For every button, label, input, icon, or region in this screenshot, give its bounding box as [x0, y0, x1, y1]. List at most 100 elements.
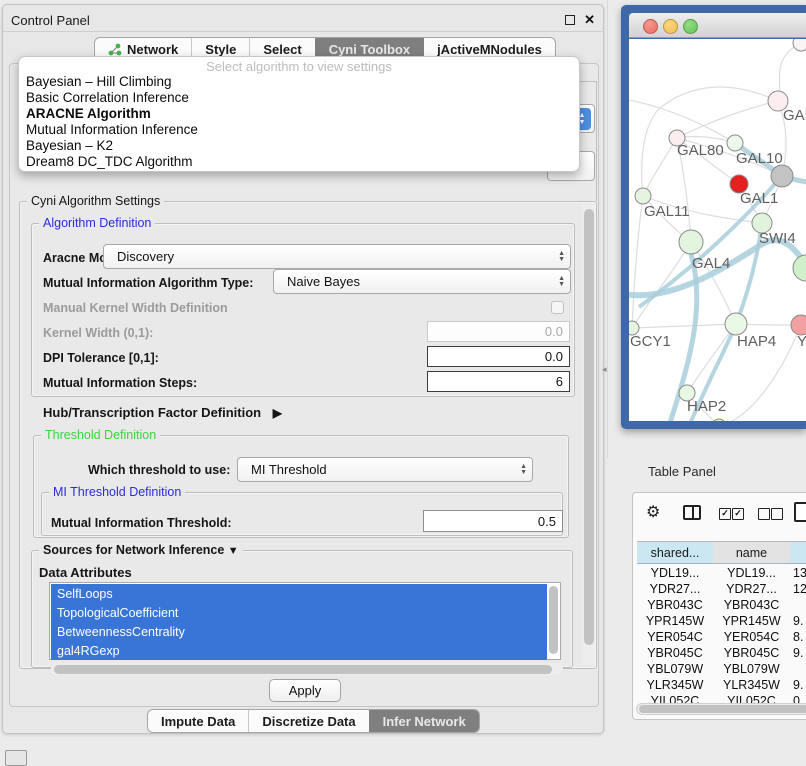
list-hscrollbar[interactable] — [51, 663, 563, 675]
table-cell[interactable]: YPR145W — [713, 612, 790, 629]
node-bottom[interactable] — [712, 419, 726, 421]
tab-jactivemnodules-label: jActiveMNodules — [437, 42, 542, 57]
table-cell[interactable]: YLR345W — [713, 676, 790, 693]
divider-resize-handle[interactable]: ◂ — [602, 364, 607, 375]
tab-network-label: Network — [127, 42, 178, 57]
dpi-tolerance-input[interactable]: 0.0 — [427, 346, 570, 367]
mi-type-combobox[interactable]: Naive Bayes ▲▼ — [273, 269, 571, 294]
node-gal4[interactable] — [679, 230, 703, 254]
table-cell[interactable]: YBR045C — [713, 644, 790, 661]
node-gal11[interactable] — [635, 188, 651, 204]
unchecked-checkbox-icon[interactable] — [771, 508, 783, 520]
table-cell[interactable]: YDR27... — [637, 580, 713, 597]
dropdown-item[interactable]: Bayesian – K2 — [26, 138, 113, 153]
table-cell[interactable]: YBR043C — [713, 596, 790, 613]
table-cell[interactable]: 13 — [793, 564, 806, 581]
table-cell[interactable]: YER054C — [713, 628, 790, 645]
aracne-mode-value: Discovery — [117, 249, 174, 264]
which-threshold-combobox[interactable]: MI Threshold ▲▼ — [237, 457, 533, 482]
split-columns-icon[interactable] — [683, 505, 701, 520]
table-cell[interactable]: YER054C — [637, 628, 713, 645]
hub-tf-definition-toggle[interactable]: Hub/Transcription Factor Definition ▶ — [43, 405, 282, 420]
list-hscrollbar-thumb[interactable] — [54, 665, 552, 674]
node-salmon[interactable] — [791, 315, 806, 335]
sources-group-toggle[interactable]: Sources for Network Inference ▼ — [39, 543, 243, 557]
table-cell[interactable]: 9. — [793, 644, 806, 661]
collapsed-arrow-icon: ▶ — [273, 406, 282, 420]
node-edge-green[interactable] — [793, 255, 806, 281]
expanded-arrow-icon: ▼ — [228, 545, 239, 557]
sources-group-title: Sources for Network Inference — [43, 543, 224, 557]
manual-kernel-checkbox[interactable] — [551, 301, 564, 314]
table-cell[interactable]: YBL079W — [713, 660, 790, 677]
node-label: HAP4 — [737, 333, 776, 350]
table-cell[interactable]: YDL19... — [637, 564, 713, 581]
tab-style-label: Style — [205, 42, 236, 57]
dropdown-item[interactable]: Bayesian – Hill Climbing — [26, 74, 172, 89]
column-header-shared-name[interactable]: shared... — [637, 541, 714, 564]
tab-cyni-toolbox-label: Cyni Toolbox — [329, 42, 410, 57]
table-panel-card: ⚙ ✓ ✓ shared... name A YDL19... YDL19...… — [632, 492, 806, 720]
table-panel-title: Table Panel — [648, 464, 716, 479]
table-cell[interactable]: 9. — [793, 676, 806, 693]
tab-impute-data[interactable]: Impute Data — [148, 710, 248, 732]
table-cell[interactable]: 12 — [793, 580, 806, 597]
dropdown-item[interactable]: Mutual Information Inference — [26, 122, 198, 137]
tab-impute-data-label: Impute Data — [161, 714, 235, 729]
panel-divider[interactable] — [607, 0, 608, 458]
checked-checkbox-icon[interactable]: ✓ — [719, 508, 731, 520]
node-unlabeled[interactable] — [793, 39, 806, 51]
float-window-icon[interactable] — [565, 15, 575, 25]
apply-button[interactable]: Apply — [269, 679, 341, 702]
checked-checkbox-icon[interactable]: ✓ — [732, 508, 744, 520]
data-attributes-label: Data Attributes — [39, 565, 132, 580]
kernel-width-input[interactable]: 0.0 — [427, 321, 570, 342]
settings-vscrollbar-thumb[interactable] — [584, 209, 594, 645]
column-header-name[interactable]: name — [713, 541, 791, 564]
close-icon[interactable]: ✕ — [584, 12, 595, 28]
tab-infer-network[interactable]: Infer Network — [369, 710, 479, 732]
dropdown-item-selected[interactable]: ARACNE Algorithm — [26, 106, 151, 121]
table-cell[interactable]: 8. — [793, 628, 806, 645]
close-traffic-icon[interactable] — [643, 19, 658, 34]
control-panel-title: Control Panel — [11, 13, 90, 28]
node-gal10[interactable] — [727, 135, 743, 151]
node-label: Y — [797, 333, 806, 350]
unchecked-checkbox-icon[interactable] — [758, 508, 770, 520]
table-cell[interactable]: YDR27... — [713, 580, 790, 597]
settings-vscrollbar[interactable] — [582, 205, 595, 665]
aracne-mode-combobox[interactable]: Discovery ▲▼ — [103, 244, 571, 269]
tab-discretize-data[interactable]: Discretize Data — [248, 710, 368, 732]
column-header-partial[interactable]: A — [790, 541, 806, 564]
list-vscrollbar-thumb[interactable] — [549, 586, 558, 654]
dropdown-item[interactable]: Dream8 DC_TDC Algorithm — [26, 154, 193, 169]
table-cell[interactable]: YBL079W — [637, 660, 713, 677]
table-hscrollbar[interactable] — [636, 703, 806, 715]
list-item[interactable]: BetweennessCentrality — [51, 622, 547, 641]
table-cell[interactable]: YBR043C — [637, 596, 713, 613]
minimize-traffic-icon[interactable] — [663, 19, 678, 34]
mi-type-value: Naive Bayes — [287, 274, 360, 289]
zoom-traffic-icon[interactable] — [683, 19, 698, 34]
list-item[interactable]: SelfLoops — [51, 584, 547, 603]
node-hap4[interactable] — [725, 313, 747, 335]
dropdown-item[interactable]: Basic Correlation Inference — [26, 90, 189, 105]
table-cell[interactable]: YPR145W — [637, 612, 713, 629]
list-item[interactable]: TopologicalCoefficient — [51, 603, 547, 622]
network-window-titlebar[interactable] — [629, 13, 806, 38]
data-attributes-list[interactable]: SelfLoops TopologicalCoefficient Between… — [49, 582, 561, 660]
combo-stepper-icon: ▲▼ — [558, 251, 565, 263]
mi-steps-input[interactable]: 6 — [427, 371, 570, 392]
bottom-corner-widget[interactable] — [5, 750, 27, 766]
gear-icon[interactable]: ⚙ — [646, 502, 660, 522]
table-cell[interactable]: 9. — [793, 612, 806, 629]
mi-threshold-input[interactable]: 0.5 — [423, 510, 563, 532]
table-cell[interactable]: YDL19... — [713, 564, 790, 581]
node-gray[interactable] — [771, 165, 793, 187]
table-cell[interactable]: YBR045C — [637, 644, 713, 661]
combo-stepper-icon: ▲▼ — [558, 276, 565, 288]
table-hscrollbar-thumb[interactable] — [639, 705, 806, 713]
list-item[interactable]: gal4RGexp — [51, 641, 547, 660]
table-icon[interactable] — [794, 502, 806, 522]
table-cell[interactable]: YLR345W — [637, 676, 713, 693]
